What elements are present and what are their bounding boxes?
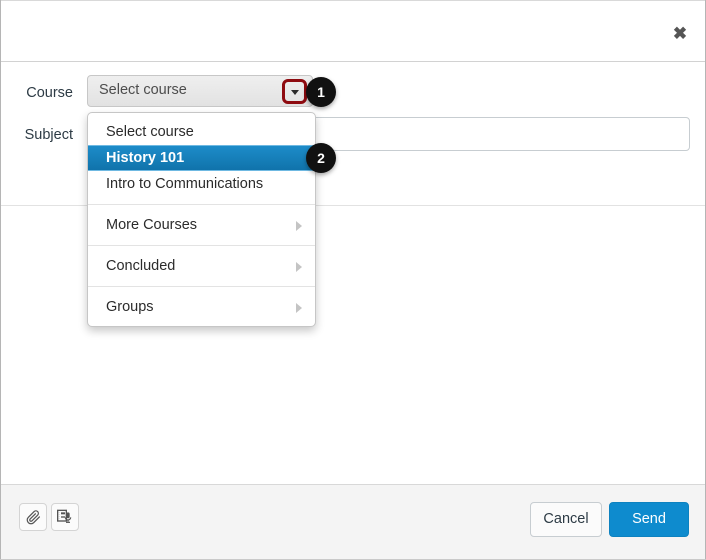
close-icon[interactable]: ✖ [669, 23, 691, 45]
menu-item-concluded[interactable]: Concluded [88, 253, 315, 279]
menu-item-more-courses[interactable]: More Courses [88, 212, 315, 238]
menu-item-groups[interactable]: Groups [88, 294, 315, 320]
subject-label: Subject [24, 127, 73, 143]
chevron-right-icon [296, 221, 302, 231]
menu-item-groups-label: Groups [106, 299, 154, 315]
modal-footer: Cancel Send [1, 484, 705, 559]
dropdown-separator [88, 245, 315, 246]
paperclip-icon [20, 504, 46, 530]
course-label: Course [26, 85, 73, 101]
course-dropdown-menu[interactable]: Select course History 101 Intro to Commu… [87, 112, 316, 327]
callout-badge-1: 1 [306, 77, 336, 107]
menu-item-select-course[interactable]: Select course [88, 119, 315, 145]
attach-file-button[interactable] [19, 503, 47, 531]
media-recorder-icon [52, 504, 78, 530]
course-select-value: Select course [99, 82, 187, 98]
compose-message-modal: ✖ Course Select course Subject Select co… [0, 0, 706, 560]
dropdown-separator [88, 204, 315, 205]
menu-item-history-101[interactable]: History 101 [88, 145, 315, 171]
send-button[interactable]: Send [609, 502, 689, 537]
cancel-button[interactable]: Cancel [530, 502, 602, 537]
chevron-down-icon[interactable] [282, 79, 307, 104]
chevron-down-glyph [290, 89, 299, 95]
course-select[interactable]: Select course [87, 75, 313, 107]
menu-item-more-courses-label: More Courses [106, 217, 198, 233]
chevron-right-icon [296, 303, 302, 313]
chevron-right-icon [296, 262, 302, 272]
menu-item-intro-to-communications[interactable]: Intro to Communications [88, 171, 315, 197]
modal-header: ✖ [1, 1, 705, 62]
menu-item-concluded-label: Concluded [106, 258, 176, 274]
record-media-button[interactable] [51, 503, 79, 531]
dropdown-group-courses: Select course History 101 Intro to Commu… [88, 119, 315, 197]
callout-badge-2: 2 [306, 143, 336, 173]
dropdown-separator [88, 286, 315, 287]
